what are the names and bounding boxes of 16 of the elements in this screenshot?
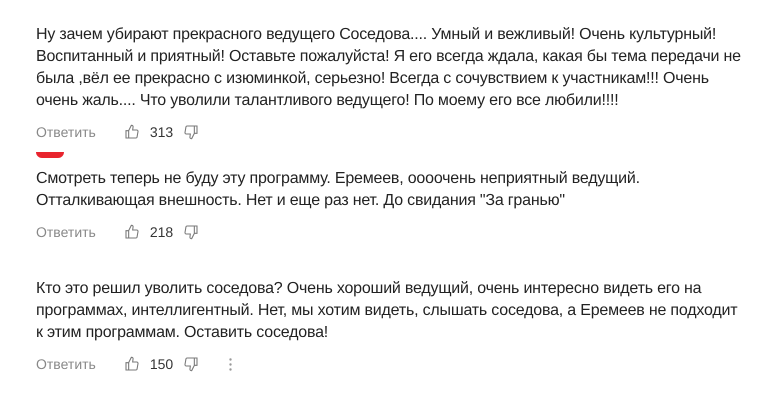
thumbs-down-icon[interactable] — [183, 224, 200, 240]
like-count: 313 — [150, 122, 174, 142]
like-count: 150 — [150, 354, 174, 374]
reply-link[interactable]: Ответить — [36, 122, 96, 142]
more-icon[interactable] — [229, 358, 232, 370]
comment-text: Ну зачем убирают прекрасного ведущего Соседова.... Умный и вежливый! Очень культурный! Воспитанный и приятный! Оставьте пожалуйста! Я его всегда ждала, какая бы тема передачи не была ,вёл ее прекрасно с изюминкой, серьезно! Всегда с сочувствием к участникам!!! Очень очень жаль.... Что уволили талантливого ведущего! По моему его все любили!!!! — [36, 25, 742, 111]
comment-text: Смотреть теперь не буду эту программу. Еремеев, оооочень неприятный ведущий. Отталкивающая внешность. Нет и еще раз нет. До свидания "За гранью" — [36, 169, 641, 211]
thumbs-up-icon[interactable] — [124, 124, 140, 140]
reply-link[interactable]: Ответить — [36, 354, 96, 374]
thumbs-up-icon[interactable] — [124, 224, 140, 240]
like-count: 218 — [150, 222, 174, 242]
thumbs-down-icon[interactable] — [183, 124, 200, 140]
thumbs-down-icon[interactable] — [183, 356, 200, 372]
comment-text: Кто это решил уволить соседова? Очень хороший ведущий, очень интересно видеть его на программах, интеллигентный. Нет, мы хотим видеть, слышать соседова, а Еремеев не подходит к этим программам. Оставить соседова! — [36, 279, 738, 343]
reply-link[interactable]: Ответить — [36, 222, 96, 242]
thumbs-up-icon[interactable] — [124, 356, 140, 372]
